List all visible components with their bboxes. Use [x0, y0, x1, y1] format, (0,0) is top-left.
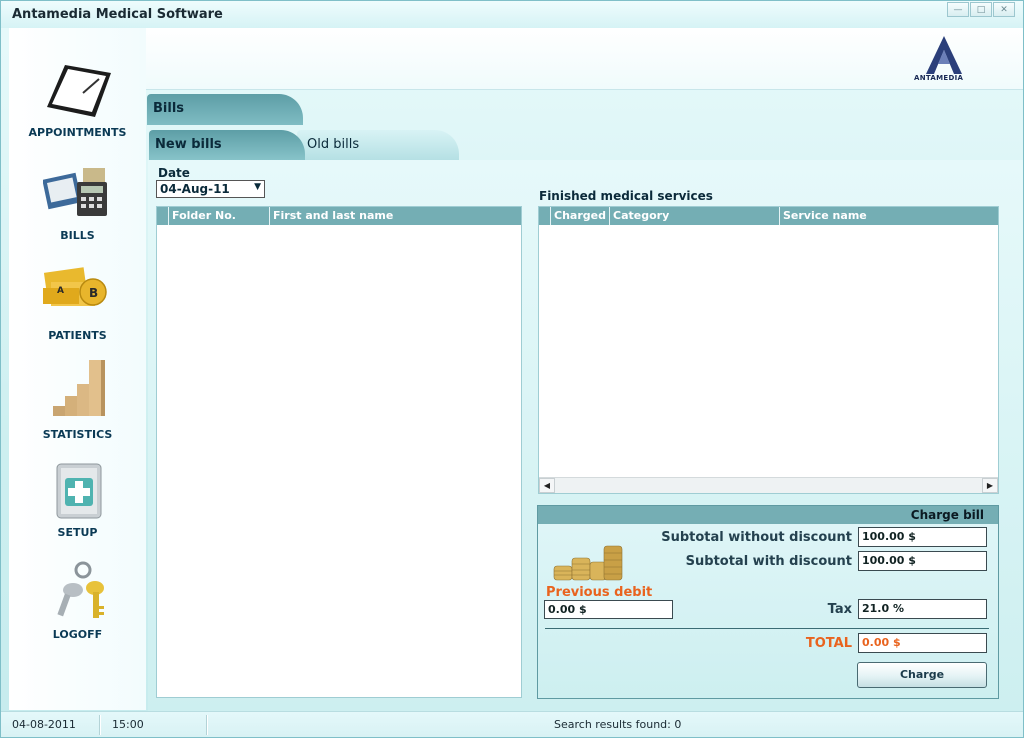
divider [545, 628, 989, 629]
sidebar-item-appointments[interactable]: APPOINTMENTS [9, 56, 146, 146]
grid-header: Charged Category Service name [539, 207, 998, 225]
medical-kit-icon [56, 463, 102, 519]
previous-debit-field[interactable]: 0.00 $ [544, 600, 673, 619]
sidebar-item-bills[interactable]: BILLS [9, 160, 146, 248]
tax-label: Tax [827, 602, 852, 617]
app-window: Antamedia Medical Software — □ ✕ ANTAMED… [0, 0, 1024, 738]
charge-button[interactable]: Charge [857, 662, 987, 688]
sidebar: APPOINTMENTS BILLS B A PATIENTS STATISTI… [9, 28, 146, 710]
status-date: 04-08-2011 [12, 718, 76, 731]
sidebar-item-label: PATIENTS [48, 329, 107, 342]
tab-label: Old bills [307, 137, 360, 152]
sidebar-item-label: SETUP [57, 526, 98, 539]
coins-icon [553, 545, 623, 581]
close-icon: ✕ [1000, 4, 1008, 15]
minimize-icon: — [953, 4, 963, 15]
grid-header: Folder No. First and last name [157, 207, 521, 225]
date-picker[interactable]: 04-Aug-11 ▼ [156, 180, 265, 198]
sidebar-item-statistics[interactable]: STATISTICS [9, 358, 146, 448]
column-header-category[interactable]: Category [610, 207, 780, 225]
date-value: 04-Aug-11 [160, 182, 230, 196]
folders-icon: B A [43, 267, 107, 306]
tab-old-bills[interactable]: Old bills [297, 130, 459, 160]
column-header-service-name[interactable]: Service name [780, 207, 998, 225]
column-header-folder-no[interactable]: Folder No. [169, 207, 270, 225]
sidebar-item-label: STATISTICS [42, 428, 113, 441]
charge-bill-title: Charge bill [538, 506, 998, 524]
title-bar: Antamedia Medical Software — □ ✕ [1, 1, 1023, 28]
status-separator [99, 715, 101, 735]
total-label: TOTAL [805, 636, 852, 651]
header-band [146, 28, 1023, 90]
status-separator [206, 715, 208, 735]
search-results-text: Search results found: 0 [554, 718, 682, 731]
tab-label: Bills [153, 101, 185, 116]
minimize-button[interactable]: — [947, 2, 969, 17]
sidebar-item-patients[interactable]: B A PATIENTS [9, 260, 146, 348]
column-header-charged[interactable]: Charged [551, 207, 610, 225]
horizontal-scrollbar[interactable]: ◀ ▶ [539, 477, 998, 493]
svg-text:B: B [89, 286, 98, 300]
logo-text: ANTAMEDIA [914, 74, 964, 82]
subtotal-no-discount-label: Subtotal without discount [661, 530, 852, 545]
previous-debit-label: Previous debit [546, 585, 653, 600]
sidebar-item-logoff[interactable]: LOGOFF [9, 560, 146, 644]
status-bar: 04-08-2011 15:00 Search results found: 0 [1, 711, 1023, 737]
subtotal-discount-field[interactable]: 100.00 $ [858, 551, 987, 571]
sidebar-item-setup[interactable]: SETUP [9, 460, 146, 544]
bar-chart-icon [53, 360, 105, 416]
close-button[interactable]: ✕ [993, 2, 1015, 17]
maximize-icon: □ [976, 4, 986, 15]
grid-corner [539, 207, 551, 225]
calculator-icon [43, 168, 107, 216]
dropdown-arrow-icon: ▼ [254, 182, 261, 192]
svg-text:A: A [57, 286, 64, 296]
clipboard-icon [47, 65, 111, 117]
subtotal-no-discount-field[interactable]: 100.00 $ [858, 527, 987, 547]
sidebar-item-label: BILLS [60, 229, 95, 242]
total-field[interactable]: 0.00 $ [858, 633, 987, 653]
finished-services-label: Finished medical services [539, 189, 713, 203]
charge-bill-panel: Charge bill Subtotal without discount 10… [537, 505, 999, 699]
sidebar-item-label: LOGOFF [52, 628, 103, 641]
app-title: Antamedia Medical Software [12, 7, 223, 22]
column-header-name[interactable]: First and last name [270, 207, 521, 225]
tab-new-bills[interactable]: New bills [149, 130, 305, 160]
scroll-left-icon[interactable]: ◀ [539, 478, 555, 493]
grid-corner [157, 207, 169, 225]
services-grid[interactable]: Charged Category Service name [538, 206, 999, 494]
tab-bills[interactable]: Bills [147, 94, 303, 125]
scroll-right-icon[interactable]: ▶ [982, 478, 998, 493]
tab-label: New bills [155, 137, 222, 152]
tax-field[interactable]: 21.0 % [858, 599, 987, 619]
status-time: 15:00 [112, 718, 144, 731]
sidebar-item-label: APPOINTMENTS [28, 126, 127, 139]
date-label: Date [158, 166, 190, 180]
patients-grid[interactable]: Folder No. First and last name [156, 206, 522, 698]
maximize-button[interactable]: □ [970, 2, 992, 17]
keys-icon [57, 561, 104, 618]
window-controls: — □ ✕ [946, 2, 1015, 17]
subtotal-discount-label: Subtotal with discount [685, 554, 852, 569]
